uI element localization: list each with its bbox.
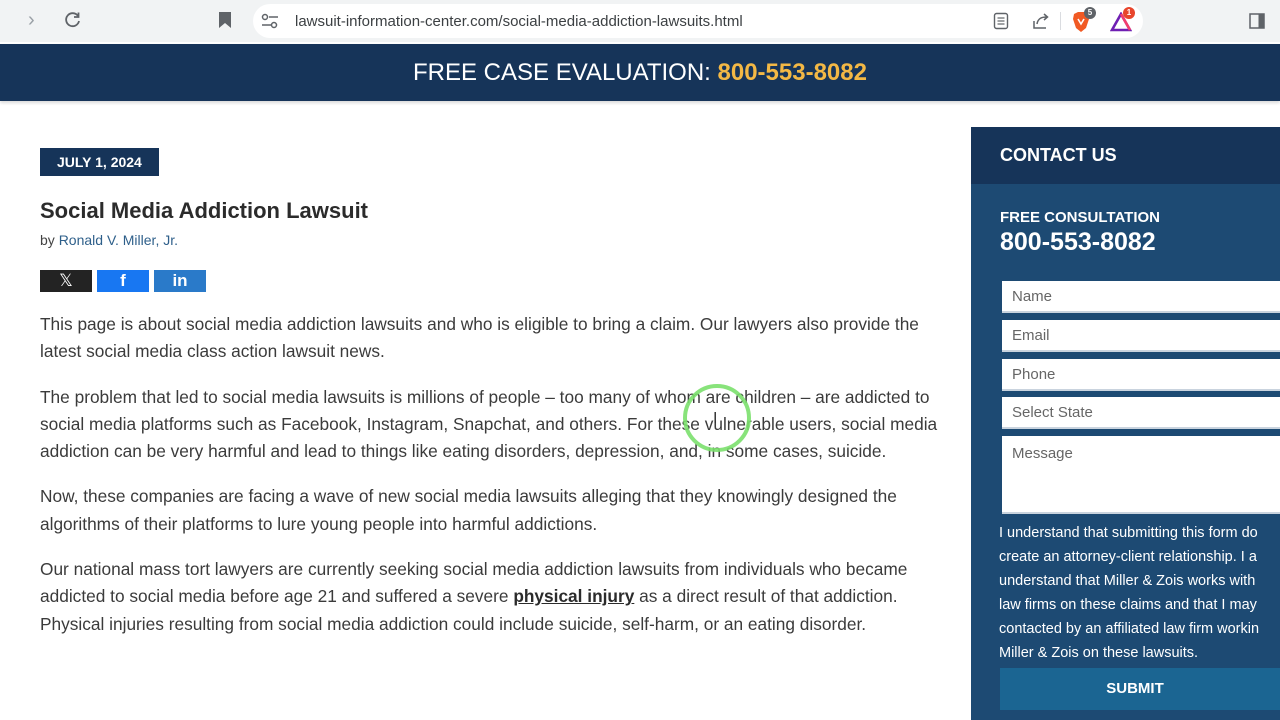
reload-icon[interactable] xyxy=(63,10,83,35)
consultation-label: FREE CONSULTATION xyxy=(1000,209,1160,226)
shields-count-badge: 5 xyxy=(1084,7,1096,19)
share-x-button[interactable]: 𝕏 xyxy=(40,270,92,292)
physical-injury-link[interactable]: physical injury xyxy=(513,586,634,606)
consultation-phone-link[interactable]: 800-553-8082 xyxy=(971,228,1280,257)
linkedin-icon: in xyxy=(172,271,188,290)
site-info-icon[interactable] xyxy=(261,13,279,34)
contact-heading: CONTACT US xyxy=(971,127,1280,184)
phone-input[interactable]: Phone xyxy=(1002,359,1280,391)
article: JULY 1, 2024 Social Media Addiction Laws… xyxy=(40,148,940,638)
facebook-icon: f xyxy=(120,271,126,290)
paragraph: Now, these companies are facing a wave o… xyxy=(40,486,897,534)
banner-label: FREE CASE EVALUATION: xyxy=(413,59,718,86)
disclaimer-line: contacted by an affiliated law firm work… xyxy=(999,621,1260,637)
paragraph: This page is about social media addictio… xyxy=(40,314,919,362)
disclaimer-line: law firms on these claims and that I may xyxy=(999,597,1257,613)
disclaimer-line: understand that Miller & Zois works with xyxy=(999,573,1256,589)
divider xyxy=(1060,12,1061,30)
submit-button[interactable]: SUBMIT xyxy=(1000,668,1280,710)
page-title: Social Media Addiction Lawsuit xyxy=(40,198,369,223)
browser-toolbar: › lawsuit-information-center.com/social-… xyxy=(0,0,1280,42)
contact-sidebar: CONTACT US FREE CONSULTATION 800-553-808… xyxy=(971,127,1280,720)
disclaimer-line: create an attorney-client relationship. … xyxy=(999,549,1257,565)
author-link[interactable]: Ronald V. Miller, Jr. xyxy=(59,232,178,248)
byline-prefix: by xyxy=(40,232,59,248)
url-text[interactable]: lawsuit-information-center.com/social-me… xyxy=(295,13,743,30)
disclaimer-line: I understand that submitting this form d… xyxy=(999,525,1258,541)
email-input[interactable]: Email xyxy=(1002,320,1280,352)
state-select[interactable]: Select State xyxy=(1002,397,1280,429)
paragraph: The problem that led to social media law… xyxy=(40,386,938,462)
disclaimer-text: I understand that submitting this form d… xyxy=(999,521,1280,665)
banner-phone-link[interactable]: 800-553-8082 xyxy=(718,59,867,86)
forward-icon[interactable]: › xyxy=(28,10,35,30)
x-icon: 𝕏 xyxy=(59,271,73,290)
share-buttons: 𝕏 f in xyxy=(40,270,940,292)
name-input[interactable]: Name xyxy=(1002,281,1280,313)
sidebar-toggle-icon[interactable] xyxy=(1249,13,1265,34)
byline: by Ronald V. Miller, Jr. xyxy=(40,232,940,248)
share-linkedin-button[interactable]: in xyxy=(154,270,206,292)
message-textarea[interactable]: Message xyxy=(1002,436,1280,514)
text-cursor-icon: I xyxy=(713,410,718,427)
share-icon[interactable] xyxy=(1031,11,1051,36)
case-evaluation-banner: FREE CASE EVALUATION: 800-553-8082 xyxy=(0,44,1280,101)
share-facebook-button[interactable]: f xyxy=(97,270,149,292)
bookmark-icon[interactable] xyxy=(218,11,232,34)
disclaimer-line: Miller & Zois on these lawsuits. xyxy=(999,645,1199,661)
paragraph: Our national mass tort lawyers are curre… xyxy=(40,556,940,638)
reader-mode-icon[interactable] xyxy=(993,12,1009,35)
rewards-count-badge: 1 xyxy=(1123,7,1135,19)
date-badge: JULY 1, 2024 xyxy=(40,148,159,176)
address-bar[interactable]: lawsuit-information-center.com/social-me… xyxy=(253,4,1143,38)
